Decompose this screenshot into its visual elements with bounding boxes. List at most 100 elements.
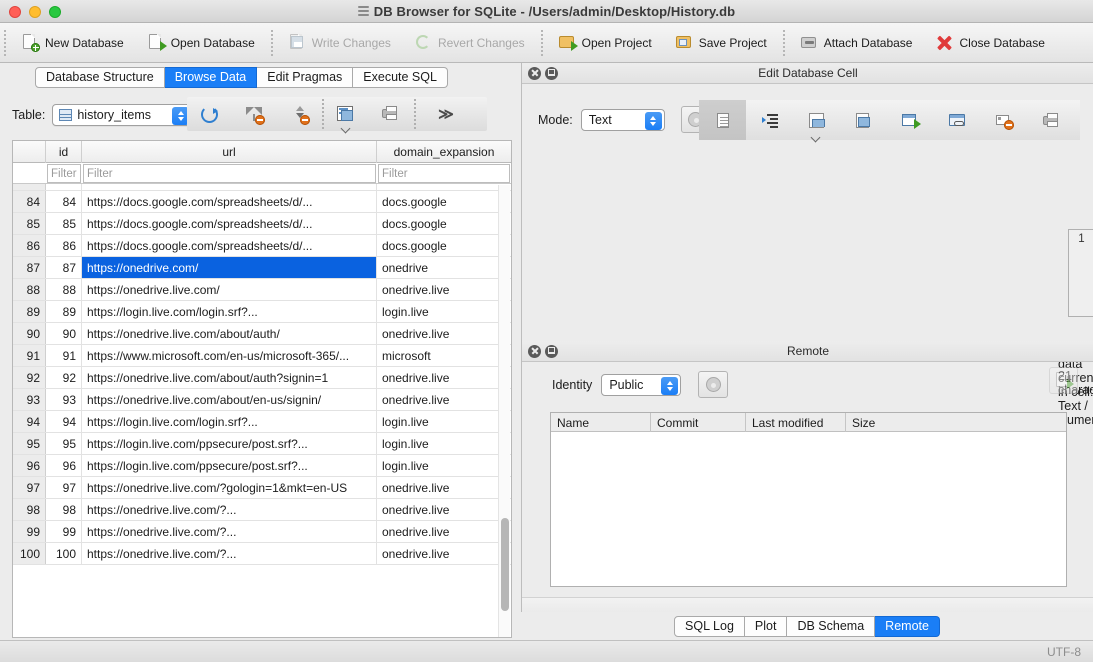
row-domain-cell[interactable]: onedrive.live [377, 521, 511, 542]
tab-edit-pragmas[interactable]: Edit Pragmas [257, 67, 353, 88]
grid-vertical-scrollbar[interactable] [498, 185, 510, 637]
grid-header-url[interactable]: url [82, 141, 377, 163]
row-url-cell[interactable]: https://onedrive.live.com/?... [82, 543, 377, 564]
table-row[interactable]: 8989https://login.live.com/login.srf?...… [13, 301, 511, 323]
row-number[interactable]: 99 [13, 521, 46, 542]
row-domain-cell[interactable]: onedrive [377, 257, 511, 278]
row-number[interactable]: 90 [13, 323, 46, 344]
mode-select-stepper[interactable] [645, 112, 662, 130]
tab-execute-sql[interactable]: Execute SQL [353, 67, 448, 88]
table-row[interactable]: 9696https://login.live.com/ppsecure/post… [13, 455, 511, 477]
row-url-cell[interactable]: https://onedrive.live.com/?... [82, 521, 377, 542]
chevron-down-icon[interactable] [812, 134, 822, 140]
table-row[interactable]: 9393https://onedrive.live.com/about/en-u… [13, 389, 511, 411]
remote-settings-button[interactable] [698, 371, 728, 398]
table-row[interactable]: 8484https://docs.google.com/spreadsheets… [13, 191, 511, 213]
tab-plot[interactable]: Plot [745, 616, 788, 637]
row-domain-cell[interactable]: login.live [377, 433, 511, 454]
tab-browse-data[interactable]: Browse Data [165, 67, 258, 88]
table-row[interactable]: 9797https://onedrive.live.com/?gologin=1… [13, 477, 511, 499]
open-in-external-button[interactable] [887, 100, 934, 140]
row-number[interactable]: 94 [13, 411, 46, 432]
table-row[interactable]: 8787https://onedrive.com/onedrive [13, 257, 511, 279]
cell-text-editor[interactable]: 1 https://onedrive.com/ [1068, 229, 1093, 317]
row-id-cell[interactable]: 94 [46, 411, 82, 432]
row-number[interactable]: 91 [13, 345, 46, 366]
row-url-cell[interactable]: https://onedrive.live.com/about/auth?sig… [82, 367, 377, 388]
table-row[interactable]: 9191https://www.microsoft.com/en-us/micr… [13, 345, 511, 367]
table-row[interactable]: 9494https://login.live.com/login.srf?...… [13, 411, 511, 433]
table-row[interactable]: 8585https://docs.google.com/spreadsheets… [13, 213, 511, 235]
refresh-button[interactable] [187, 97, 232, 131]
clear-filters-button[interactable] [232, 97, 277, 131]
table-row[interactable]: 9090https://onedrive.live.com/about/auth… [13, 323, 511, 345]
grid-header-domain-expansion[interactable]: domain_expansion [377, 141, 511, 163]
row-domain-cell[interactable]: onedrive.live [377, 499, 511, 520]
row-url-cell[interactable]: https://docs.google.com/spreadsheets/d/.… [82, 235, 377, 256]
edit-cell-close-button[interactable] [528, 67, 541, 80]
row-number[interactable]: 86 [13, 235, 46, 256]
row-domain-cell[interactable]: docs.google [377, 191, 511, 212]
row-number[interactable]: 84 [13, 191, 46, 212]
identity-select[interactable]: Public [601, 374, 681, 396]
remote-col-commit[interactable]: Commit [651, 413, 746, 432]
row-id-cell[interactable]: 90 [46, 323, 82, 344]
edit-cell-float-button[interactable] [545, 67, 558, 80]
row-id-cell[interactable]: 88 [46, 279, 82, 300]
close-window-button[interactable] [9, 6, 21, 18]
row-number[interactable]: 100 [13, 543, 46, 564]
row-id-cell[interactable]: 100 [46, 543, 82, 564]
row-url-cell[interactable]: https://login.live.com/ppsecure/post.srf… [82, 455, 377, 476]
minimize-window-button[interactable] [29, 6, 41, 18]
row-domain-cell[interactable]: microsoft [377, 345, 511, 366]
row-id-cell[interactable]: 92 [46, 367, 82, 388]
row-id-cell[interactable]: 87 [46, 257, 82, 278]
row-url-cell[interactable]: https://www.microsoft.com/en-us/microsof… [82, 345, 377, 366]
table-row[interactable]: 9595https://login.live.com/ppsecure/post… [13, 433, 511, 455]
open-database-button[interactable]: Open Database [136, 23, 267, 63]
table-row[interactable]: 9999https://onedrive.live.com/?...onedri… [13, 521, 511, 543]
push-database-button[interactable] [1049, 367, 1078, 394]
row-id-cell[interactable]: 89 [46, 301, 82, 322]
row-number[interactable]: 97 [13, 477, 46, 498]
open-project-button[interactable]: Open Project [547, 23, 664, 63]
row-id-cell[interactable]: 91 [46, 345, 82, 366]
row-domain-cell[interactable]: docs.google [377, 213, 511, 234]
table-select[interactable]: history_items [52, 104, 192, 126]
tab-sql-log[interactable]: SQL Log [674, 616, 745, 637]
row-url-cell[interactable]: https://onedrive.live.com/?gologin=1&mkt… [82, 477, 377, 498]
set-null-button[interactable] [981, 100, 1028, 140]
row-domain-cell[interactable]: onedrive.live [377, 389, 511, 410]
filter-domain-input[interactable]: Filter [378, 164, 510, 183]
row-domain-cell[interactable]: onedrive.live [377, 477, 511, 498]
remote-float-button[interactable] [545, 345, 558, 358]
row-domain-cell[interactable]: docs.google [377, 235, 511, 256]
row-number[interactable]: 87 [13, 257, 46, 278]
row-domain-cell[interactable]: onedrive.live [377, 279, 511, 300]
tab-database-structure[interactable]: Database Structure [35, 67, 165, 88]
table-row[interactable]: 100100https://onedrive.live.com/?...oned… [13, 543, 511, 565]
row-url-cell[interactable]: https://onedrive.live.com/?... [82, 499, 377, 520]
export-to-file-button[interactable] [840, 100, 887, 140]
chevron-down-icon[interactable] [342, 125, 352, 131]
row-domain-cell[interactable]: login.live [377, 455, 511, 476]
table-row[interactable]: 9898https://onedrive.live.com/?...onedri… [13, 499, 511, 521]
print-cell-button[interactable] [1028, 100, 1075, 140]
row-url-cell[interactable]: https://onedrive.live.com/about/auth/ [82, 323, 377, 344]
row-domain-cell[interactable]: onedrive.live [377, 543, 511, 564]
row-id-cell[interactable]: 85 [46, 213, 82, 234]
row-id-cell[interactable]: 99 [46, 521, 82, 542]
row-domain-cell[interactable]: login.live [377, 411, 511, 432]
row-number[interactable]: 98 [13, 499, 46, 520]
text-view-button[interactable] [699, 100, 746, 140]
row-id-cell[interactable]: 95 [46, 433, 82, 454]
tab-db-schema[interactable]: DB Schema [787, 616, 875, 637]
row-url-cell[interactable]: https://login.live.com/login.srf?... [82, 411, 377, 432]
row-number[interactable]: 85 [13, 213, 46, 234]
row-number[interactable]: 89 [13, 301, 46, 322]
row-number[interactable]: 96 [13, 455, 46, 476]
import-from-file-button[interactable] [793, 100, 840, 140]
attach-database-button[interactable]: Attach Database [789, 23, 925, 63]
word-wrap-button[interactable] [746, 100, 793, 140]
save-project-button[interactable]: Save Project [664, 23, 779, 63]
